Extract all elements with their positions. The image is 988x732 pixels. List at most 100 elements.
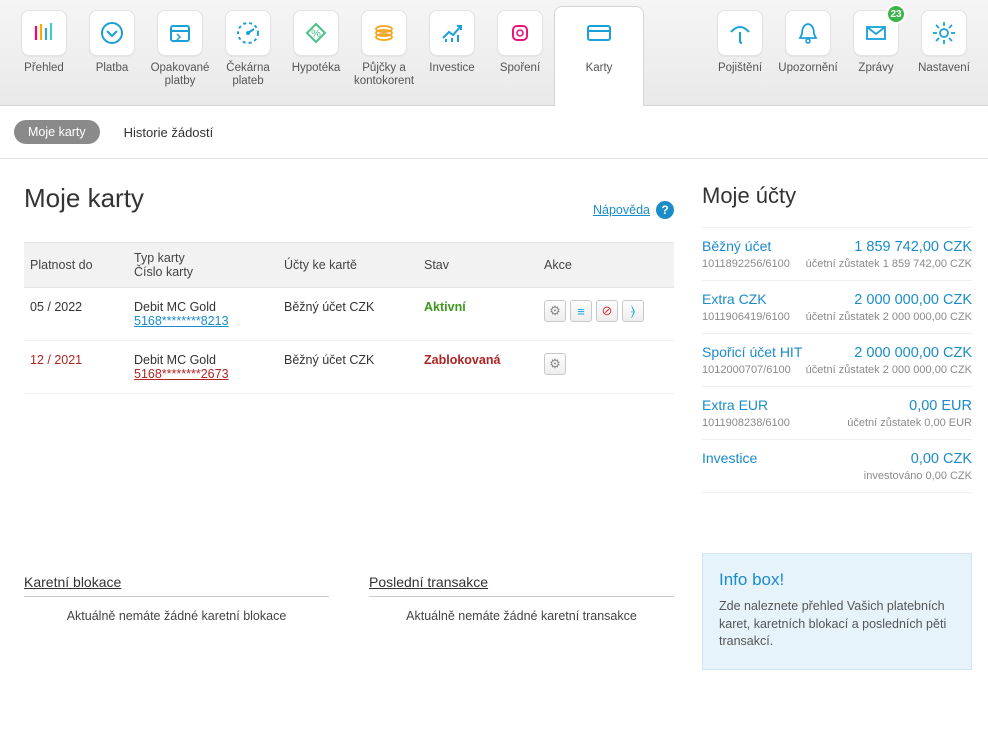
account-item[interactable]: Spořicí účet HIT 2 000 000,00 CZK 101200… xyxy=(702,334,972,387)
panel-title[interactable]: Poslední transakce xyxy=(369,574,674,597)
col-cardtype-l1: Typ karty xyxy=(134,251,185,265)
nav-label: Hypotéka xyxy=(282,62,350,75)
panel-empty: Aktuálně nemáte žádné karetní transakce xyxy=(369,597,674,635)
nav-messages[interactable]: 23 Zprávy xyxy=(842,6,910,105)
nav-alerts[interactable]: Upozornění xyxy=(774,6,842,105)
account-sub: účetní zůstatek 2 000 000,00 CZK xyxy=(806,311,972,323)
subtabs: Moje karty Historie žádostí xyxy=(0,106,988,159)
card-number-link[interactable]: 5168********2673 xyxy=(134,367,229,381)
contactless-action-icon[interactable]: ⦒ xyxy=(622,300,644,322)
infobox-title: Info box! xyxy=(719,570,955,590)
help-text: Nápověda xyxy=(593,203,650,217)
bell-icon xyxy=(785,10,831,56)
account-sub: účetní zůstatek 0,00 EUR xyxy=(847,417,972,429)
cell-cardtype: Debit MC Gold xyxy=(134,300,216,314)
account-number: 1012000707/6100 xyxy=(702,364,791,376)
panel-title[interactable]: Karetní blokace xyxy=(24,574,329,597)
nav-label: Spoření xyxy=(486,62,554,75)
account-name: Spořicí účet HIT xyxy=(702,344,802,360)
nav-label: Karty xyxy=(555,62,643,75)
subtab-history[interactable]: Historie žádostí xyxy=(124,125,214,140)
account-item[interactable]: Běžný účet 1 859 742,00 CZK 1011892256/6… xyxy=(702,227,972,281)
nav-mortgage[interactable]: % Hypotéka xyxy=(282,6,350,105)
account-balance: 2 000 000,00 CZK xyxy=(854,345,972,361)
cards-table: Platnost do Typ karty Číslo karty Účty k… xyxy=(24,242,674,394)
account-item[interactable]: Investice 0,00 CZK investováno 0,00 CZK xyxy=(702,440,972,493)
umbrella-icon xyxy=(717,10,763,56)
col-accounts: Účty ke kartě xyxy=(284,243,424,288)
nav-waiting[interactable]: Čekárna plateb xyxy=(214,6,282,105)
nav-label: Platba xyxy=(78,62,146,75)
subtab-my-cards[interactable]: Moje karty xyxy=(14,120,100,144)
piggy-icon xyxy=(497,10,543,56)
nav-savings[interactable]: Spoření xyxy=(486,6,554,105)
col-actions: Akce xyxy=(544,243,674,288)
cell-account: Běžný účet CZK xyxy=(284,341,424,394)
account-balance: 0,00 CZK xyxy=(911,451,972,467)
account-sub: investováno 0,00 CZK xyxy=(864,470,972,482)
messages-badge: 23 xyxy=(886,4,906,24)
settings-action-icon[interactable]: ⚙ xyxy=(544,353,566,375)
cell-account: Běžný účet CZK xyxy=(284,288,424,341)
nav-recurring[interactable]: Opakované platby xyxy=(146,6,214,105)
page-title: Moje karty xyxy=(24,183,144,214)
account-number: 1011892256/6100 xyxy=(702,258,790,270)
nav-cards[interactable]: Karty xyxy=(554,6,644,106)
account-name: Extra CZK xyxy=(702,291,767,307)
nav-label: Investice xyxy=(418,62,486,75)
nav-label: Půjčky a kontokorent xyxy=(350,62,418,88)
account-sub: účetní zůstatek 2 000 000,00 CZK xyxy=(806,364,972,376)
infobox-text: Zde naleznete přehled Vašich platebních … xyxy=(719,598,955,651)
panel-last-tx: Poslední transakce Aktuálně nemáte žádné… xyxy=(369,574,674,635)
table-row: 12 / 2021 Debit MC Gold 5168********2673… xyxy=(24,341,674,394)
panel-card-blocks: Karetní blokace Aktuálně nemáte žádné ka… xyxy=(24,574,329,635)
top-nav: Přehled Platba Opakované platby Čekárna … xyxy=(0,0,988,106)
status-badge: Zablokovaná xyxy=(424,353,500,367)
col-status: Stav xyxy=(424,243,544,288)
account-name: Investice xyxy=(702,450,757,466)
account-name: Extra EUR xyxy=(702,397,768,413)
info-box: Info box! Zde naleznete přehled Vašich p… xyxy=(702,553,972,670)
col-cardtype-l2: Číslo karty xyxy=(134,265,193,279)
block-action-icon[interactable]: ⊘ xyxy=(596,300,618,322)
status-badge: Aktivní xyxy=(424,300,466,314)
col-cardtype: Typ karty Číslo karty xyxy=(134,243,284,288)
clock-icon xyxy=(225,10,271,56)
nav-invest[interactable]: Investice xyxy=(418,6,486,105)
nav-loans[interactable]: Půjčky a kontokorent xyxy=(350,6,418,105)
calendar-icon xyxy=(157,10,203,56)
circle-down-icon xyxy=(89,10,135,56)
tag-icon: % xyxy=(293,10,339,56)
account-name: Běžný účet xyxy=(702,238,771,254)
nav-label: Čekárna plateb xyxy=(214,62,282,88)
limits-action-icon[interactable]: ≡ xyxy=(570,300,592,322)
panel-empty: Aktuálně nemáte žádné karetní blokace xyxy=(24,597,329,635)
cell-cardtype: Debit MC Gold xyxy=(134,353,216,367)
nav-label: Nastavení xyxy=(910,62,978,75)
cell-validity: 05 / 2022 xyxy=(24,288,134,341)
nav-settings[interactable]: Nastavení xyxy=(910,6,978,105)
gear-icon xyxy=(921,10,967,56)
account-sub: účetní zůstatek 1 859 742,00 CZK xyxy=(806,258,972,270)
nav-label: Přehled xyxy=(10,62,78,75)
svg-text:%: % xyxy=(311,28,321,40)
nav-label: Upozornění xyxy=(774,62,842,75)
help-link[interactable]: Nápověda ? xyxy=(593,201,674,219)
chart-up-icon xyxy=(429,10,475,56)
account-balance: 0,00 EUR xyxy=(909,398,972,414)
cell-validity: 12 / 2021 xyxy=(30,353,82,367)
account-balance: 1 859 742,00 CZK xyxy=(854,239,972,255)
nav-label: Opakované platby xyxy=(146,62,214,88)
nav-overview[interactable]: Přehled xyxy=(10,6,78,105)
nav-insurance[interactable]: Pojištění xyxy=(706,6,774,105)
nav-label: Pojištění xyxy=(706,62,774,75)
card-number-link[interactable]: 5168********8213 xyxy=(134,314,229,328)
bars-icon xyxy=(21,10,67,56)
account-item[interactable]: Extra CZK 2 000 000,00 CZK 1011906419/61… xyxy=(702,281,972,334)
nav-label: Zprávy xyxy=(842,62,910,75)
account-item[interactable]: Extra EUR 0,00 EUR 1011908238/6100 účetn… xyxy=(702,387,972,440)
nav-payment[interactable]: Platba xyxy=(78,6,146,105)
account-number: 1011906419/6100 xyxy=(702,311,790,323)
settings-action-icon[interactable]: ⚙ xyxy=(544,300,566,322)
account-balance: 2 000 000,00 CZK xyxy=(854,292,972,308)
